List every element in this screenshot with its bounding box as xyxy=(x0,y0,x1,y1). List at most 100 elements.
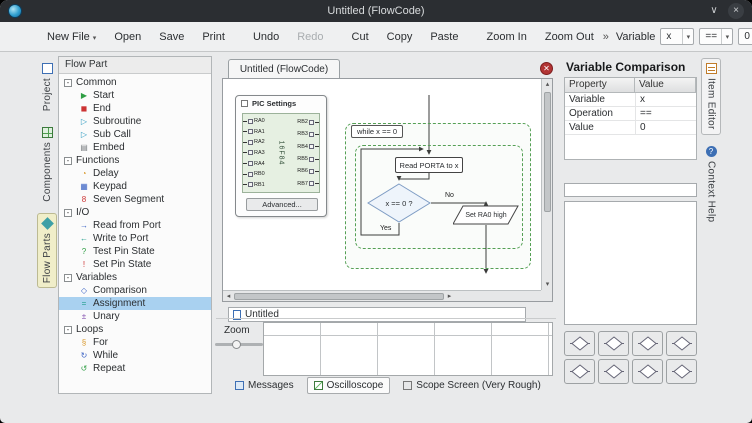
item-editor-input[interactable] xyxy=(564,183,697,197)
collapse-icon[interactable] xyxy=(64,79,72,87)
tree-item-for[interactable]: §For xyxy=(59,336,211,349)
collapse-icon[interactable] xyxy=(64,157,72,165)
pin-toggle[interactable] xyxy=(248,140,253,145)
value-cell[interactable]: 0 xyxy=(635,121,696,134)
pin-toggle[interactable] xyxy=(309,132,314,137)
pin-toggle[interactable] xyxy=(248,150,253,155)
table-row[interactable]: Value 0 xyxy=(565,121,696,135)
toolbar-overflow-icon[interactable]: » xyxy=(603,31,609,43)
comparison-preset-button[interactable] xyxy=(632,359,663,384)
pin-toggle[interactable] xyxy=(309,144,314,149)
scroll-down-icon[interactable]: ▾ xyxy=(542,279,553,290)
variable-combo[interactable]: x▾ xyxy=(660,28,694,45)
tree-item-read-from-port[interactable]: →Read from Port xyxy=(59,219,211,232)
pin-toggle[interactable] xyxy=(309,157,314,162)
value-combo[interactable]: 0▾ xyxy=(738,28,752,45)
operation-combo[interactable]: ==▾ xyxy=(699,28,733,45)
copy-button[interactable]: Copy xyxy=(378,27,422,47)
print-button[interactable]: Print xyxy=(193,27,234,47)
tree-item-embed[interactable]: ▤Embed xyxy=(59,141,211,154)
tree-item-write-to-port[interactable]: ←Write to Port xyxy=(59,232,211,245)
read-porta-box[interactable]: Read PORTA to x xyxy=(395,157,463,173)
property-column-header[interactable]: Property xyxy=(565,78,635,93)
collapse-icon[interactable] xyxy=(64,274,72,282)
pin-toggle[interactable] xyxy=(248,129,253,134)
comparison-preset-button[interactable] xyxy=(666,331,697,356)
tree-category-common[interactable]: Common xyxy=(59,76,211,89)
comparison-preset-button[interactable] xyxy=(564,359,595,384)
tab-project[interactable]: Project xyxy=(37,58,57,116)
value-cell[interactable]: == xyxy=(635,107,696,120)
comparison-preset-button[interactable] xyxy=(666,359,697,384)
close-document-icon[interactable]: ✕ xyxy=(540,62,553,75)
slider-thumb[interactable] xyxy=(232,340,241,349)
vertical-scrollbar[interactable]: ▴ ▾ xyxy=(541,79,552,290)
tree-category-functions[interactable]: Functions xyxy=(59,154,211,167)
scroll-up-icon[interactable]: ▴ xyxy=(542,79,553,90)
tree-item-while[interactable]: ↻While xyxy=(59,349,211,362)
document-tab[interactable]: Untitled (FlowCode) xyxy=(228,59,340,79)
new-file-button[interactable]: New File▾ xyxy=(38,27,105,47)
undo-button[interactable]: Undo xyxy=(244,27,288,47)
horizontal-scrollbar[interactable]: ◂ ▸ xyxy=(223,290,541,301)
tree-item-repeat[interactable]: ↺Repeat xyxy=(59,362,211,375)
pin-toggle[interactable] xyxy=(309,120,314,125)
tab-context-help[interactable]: ? Context Help xyxy=(701,141,721,227)
tree-item-comparison[interactable]: ◇Comparison xyxy=(59,284,211,297)
minimize-button[interactable]: ∨ xyxy=(706,3,722,19)
tree-item-delay[interactable]: ◔Delay xyxy=(59,167,211,180)
set-ra0-box[interactable]: Set RA0 high xyxy=(453,205,519,225)
tree-item-end[interactable]: ◼End xyxy=(59,102,211,115)
tree-item-set-pin-state[interactable]: !Set Pin State xyxy=(59,258,211,271)
pin-toggle[interactable] xyxy=(248,172,253,177)
item-editor-list[interactable] xyxy=(564,201,697,325)
comparison-preset-button[interactable] xyxy=(564,331,595,356)
table-row[interactable]: Variable x xyxy=(565,93,696,107)
zoom-slider[interactable] xyxy=(215,340,263,349)
tab-oscilloscope[interactable]: Oscilloscope xyxy=(307,377,391,394)
pin-toggle[interactable] xyxy=(248,119,253,124)
pin-toggle[interactable] xyxy=(309,169,314,174)
tab-components[interactable]: Components xyxy=(37,122,57,207)
cut-button[interactable]: Cut xyxy=(343,27,378,47)
advanced-button[interactable]: Advanced... xyxy=(246,198,318,211)
scrollbar-thumb[interactable] xyxy=(544,92,551,212)
comparison-preset-button[interactable] xyxy=(598,359,629,384)
tree-item-start[interactable]: ▶Start xyxy=(59,89,211,102)
table-row[interactable]: Operation == xyxy=(565,107,696,121)
open-button[interactable]: Open xyxy=(105,27,150,47)
pin-toggle[interactable] xyxy=(248,161,253,166)
comparison-preset-button[interactable] xyxy=(598,331,629,356)
tree-item-sub-call[interactable]: ▷Sub Call xyxy=(59,128,211,141)
collapse-icon[interactable] xyxy=(64,209,72,217)
comparison-preset-button[interactable] xyxy=(632,331,663,356)
tab-scope-screen[interactable]: Scope Screen (Very Rough) xyxy=(396,377,548,394)
flowchart-name-field[interactable]: Untitled xyxy=(228,307,526,322)
save-button[interactable]: Save xyxy=(150,27,193,47)
collapse-icon[interactable] xyxy=(64,326,72,334)
scroll-left-icon[interactable]: ◂ xyxy=(223,291,234,302)
scroll-right-icon[interactable]: ▸ xyxy=(444,291,455,302)
while-condition-box[interactable]: while x == 0 xyxy=(351,125,403,138)
tab-messages[interactable]: Messages xyxy=(228,377,301,394)
tree-item-unary[interactable]: ±Unary xyxy=(59,310,211,323)
value-column-header[interactable]: Value xyxy=(635,78,696,93)
scrollbar-thumb[interactable] xyxy=(234,293,444,300)
pic-checkbox[interactable] xyxy=(241,100,248,107)
tree-item-seven-segment[interactable]: 8Seven Segment xyxy=(59,193,211,206)
value-cell[interactable]: x xyxy=(635,93,696,106)
tab-flow-parts[interactable]: Flow Parts xyxy=(37,213,57,288)
zoom-in-button[interactable]: Zoom In xyxy=(477,27,535,47)
tree-item-test-pin-state[interactable]: ?Test Pin State xyxy=(59,245,211,258)
tree-item-keypad[interactable]: ▦Keypad xyxy=(59,180,211,193)
zoom-out-button[interactable]: Zoom Out xyxy=(536,27,603,47)
flowchart-canvas[interactable]: while x == 0 Read PORTA to x x == 0 ? No… xyxy=(222,78,553,302)
pin-toggle[interactable] xyxy=(248,182,253,187)
tree-item-assignment[interactable]: =Assignment xyxy=(59,297,211,310)
tree-category-loops[interactable]: Loops xyxy=(59,323,211,336)
pin-toggle[interactable] xyxy=(309,181,314,186)
paste-button[interactable]: Paste xyxy=(421,27,467,47)
tab-item-editor[interactable]: Item Editor xyxy=(701,58,721,135)
close-button[interactable]: × xyxy=(728,3,744,19)
tree-category-variables[interactable]: Variables xyxy=(59,271,211,284)
